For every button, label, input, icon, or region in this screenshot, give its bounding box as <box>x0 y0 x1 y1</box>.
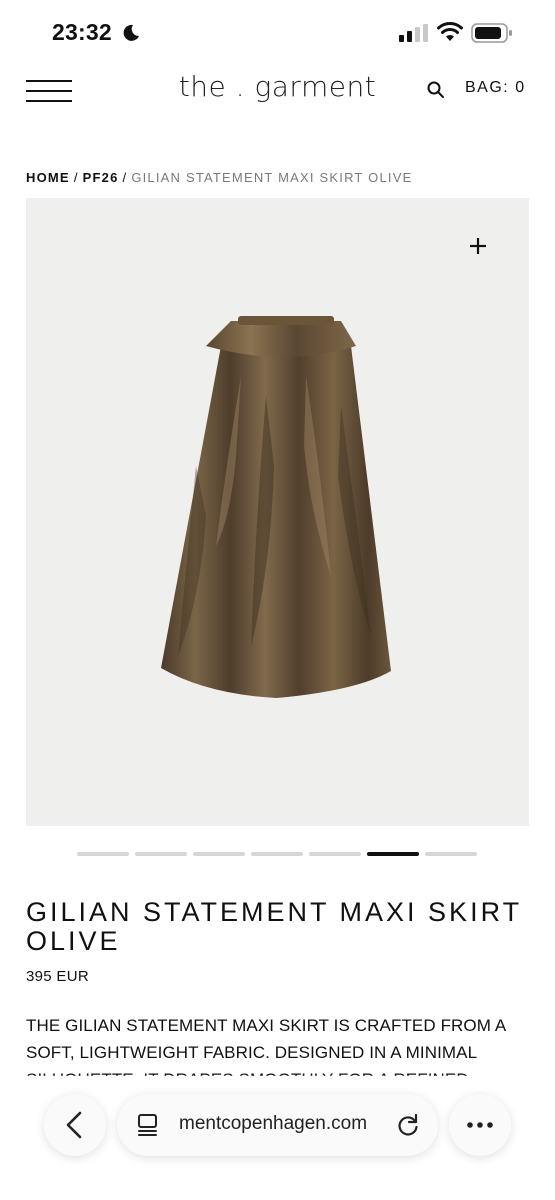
tabs-icon <box>138 1114 157 1136</box>
carousel-dot[interactable] <box>251 852 303 856</box>
search-icon[interactable] <box>426 80 446 100</box>
breadcrumb-current: GILIAN STATEMENT MAXI SKIRT OLIVE <box>131 170 413 185</box>
product-image <box>161 316 391 698</box>
product-image-gallery[interactable] <box>26 198 529 826</box>
chevron-left-icon <box>66 1111 82 1139</box>
wifi-icon <box>437 22 463 41</box>
carousel-dot[interactable] <box>309 852 361 856</box>
breadcrumb-home[interactable]: HOME <box>26 170 70 185</box>
bag-count: 0 <box>515 79 526 96</box>
back-button[interactable] <box>44 1094 106 1156</box>
product-title: GILIAN STATEMENT MAXI SKIRT OLIVE <box>26 897 522 956</box>
address-bar[interactable]: mentcopenhagen.com <box>117 1094 438 1156</box>
carousel-dot[interactable] <box>135 852 187 856</box>
site-header: the . garment BAG: 0 <box>0 66 555 126</box>
product-price: 395 EUR <box>26 968 89 985</box>
carousel-dot-active[interactable] <box>367 852 419 856</box>
menu-icon-line <box>26 100 72 102</box>
carousel-dot[interactable] <box>193 852 245 856</box>
breadcrumb: HOME / PF26/GILIAN STATEMENT MAXI SKIRT OL… <box>26 170 412 185</box>
status-time: 23:32 <box>52 19 112 45</box>
carousel-dot[interactable] <box>425 852 477 856</box>
bag-label: BAG: <box>465 79 510 96</box>
status-bar: 23:32 <box>0 0 555 66</box>
url-text: mentcopenhagen.com <box>179 1113 368 1134</box>
more-button[interactable] <box>449 1094 511 1156</box>
brand-logo[interactable]: the . garment <box>170 70 385 103</box>
breadcrumb-separator: / <box>73 170 79 185</box>
menu-button[interactable] <box>26 80 74 102</box>
plus-icon[interactable] <box>466 234 490 258</box>
breadcrumb-separator: / <box>122 170 128 185</box>
battery-icon <box>471 23 512 43</box>
more-icon <box>467 1122 493 1128</box>
menu-icon-line <box>26 90 72 92</box>
product-description: THE GILIAN STATEMENT MAXI SKIRT IS CRAFT… <box>26 1016 506 1076</box>
cellular-signal-icon <box>399 24 428 42</box>
moon-icon <box>123 24 139 41</box>
menu-icon-line <box>26 80 72 82</box>
carousel-dot[interactable] <box>77 852 129 856</box>
carousel-indicators <box>77 852 477 856</box>
bag-button[interactable]: BAG: 0 <box>465 79 526 97</box>
reload-icon[interactable] <box>395 1112 421 1138</box>
breadcrumb-section[interactable]: PF26 <box>83 170 119 185</box>
